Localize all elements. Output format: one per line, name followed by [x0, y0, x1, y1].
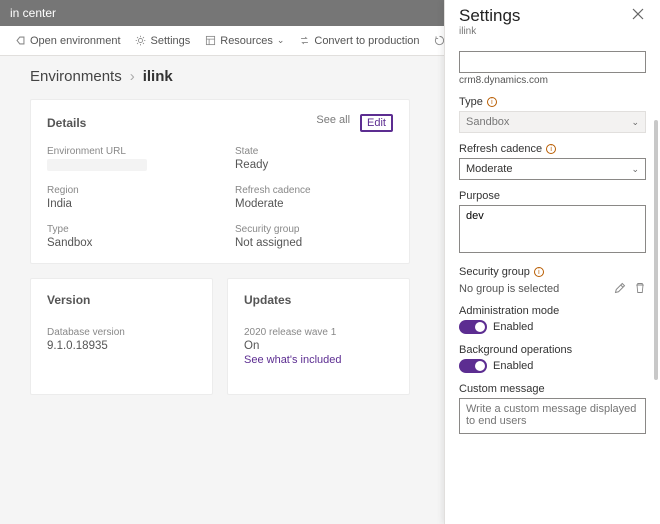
chevron-down-icon: ⌄ — [631, 117, 639, 128]
see-all-link[interactable]: See all — [316, 114, 350, 132]
breadcrumb-current: ilink — [143, 68, 173, 85]
edit-button[interactable]: Edit — [360, 114, 393, 132]
custom-msg-label: Custom message — [459, 383, 545, 395]
state-value: Ready — [235, 159, 393, 171]
delete-sg-button[interactable] — [634, 282, 646, 294]
state-label: State — [235, 146, 393, 157]
trash-icon — [634, 282, 646, 294]
resources-button[interactable]: Resources ⌄ — [204, 35, 284, 47]
edit-sg-button[interactable] — [614, 282, 626, 294]
open-icon — [14, 35, 26, 47]
db-version-label: Database version — [47, 327, 196, 338]
sg-value: No group is selected — [459, 283, 559, 295]
domain-text: crm8.dynamics.com — [459, 75, 646, 86]
env-url-label: Environment URL — [47, 146, 205, 157]
updates-card: Updates 2020 release wave 1 On See what'… — [227, 278, 410, 395]
chevron-down-icon: ⌄ — [631, 164, 639, 175]
admin-mode-label: Administration mode — [459, 305, 559, 317]
custom-msg-textarea[interactable] — [459, 398, 646, 434]
version-title: Version — [47, 293, 196, 307]
cadence-label: Refresh cadence — [459, 143, 542, 155]
settings-panel: Settings ilink crm8.dynamics.com Typei S… — [444, 0, 660, 524]
updates-title: Updates — [244, 293, 393, 307]
close-button[interactable] — [630, 6, 646, 22]
info-icon[interactable]: i — [534, 267, 544, 277]
convert-icon — [298, 35, 310, 47]
details-title: Details — [47, 116, 86, 130]
panel-title: Settings — [459, 6, 520, 26]
name-input[interactable] — [459, 51, 646, 73]
admin-mode-value: Enabled — [493, 321, 533, 333]
purpose-textarea[interactable] — [459, 205, 646, 253]
info-icon[interactable]: i — [546, 144, 556, 154]
db-version-value: 9.1.0.18935 — [47, 340, 196, 352]
bg-ops-value: Enabled — [493, 360, 533, 372]
close-icon — [632, 8, 644, 20]
open-environment-button[interactable]: Open environment — [14, 35, 121, 47]
cadence-select[interactable]: Moderate ⌄ — [459, 158, 646, 180]
wave-label: 2020 release wave 1 — [244, 327, 393, 338]
convert-button[interactable]: Convert to production — [298, 35, 419, 47]
type-label: Type — [459, 96, 483, 108]
type-value: Sandbox — [47, 237, 205, 249]
region-value: India — [47, 198, 205, 210]
settings-button[interactable]: Settings — [135, 35, 191, 47]
bg-ops-label: Background operations — [459, 344, 572, 356]
resources-icon — [204, 35, 216, 47]
breadcrumb-separator: › — [130, 68, 135, 85]
cadence-label: Refresh cadence — [235, 185, 393, 196]
info-icon[interactable]: i — [487, 97, 497, 107]
panel-scrollbar[interactable] — [654, 120, 658, 380]
sg-label: Security group — [235, 224, 393, 235]
cadence-value: Moderate — [235, 198, 393, 210]
app-title: in center — [10, 6, 56, 20]
version-card: Version Database version 9.1.0.18935 — [30, 278, 213, 395]
panel-subtitle: ilink — [459, 26, 520, 37]
env-url-value — [47, 159, 147, 171]
sg-label: Security group — [459, 266, 530, 278]
breadcrumb-root[interactable]: Environments — [30, 68, 122, 85]
details-card: Details See all Edit Environment URL Sta… — [30, 99, 410, 264]
type-select: Sandbox ⌄ — [459, 111, 646, 133]
bg-ops-toggle[interactable] — [459, 359, 487, 373]
pencil-icon — [614, 282, 626, 294]
region-label: Region — [47, 185, 205, 196]
see-included-link[interactable]: See what's included — [244, 354, 393, 366]
admin-mode-toggle[interactable] — [459, 320, 487, 334]
purpose-label: Purpose — [459, 190, 500, 202]
sg-value: Not assigned — [235, 237, 393, 249]
gear-icon — [135, 35, 147, 47]
type-label: Type — [47, 224, 205, 235]
chevron-down-icon: ⌄ — [277, 35, 285, 46]
wave-value: On — [244, 340, 393, 352]
